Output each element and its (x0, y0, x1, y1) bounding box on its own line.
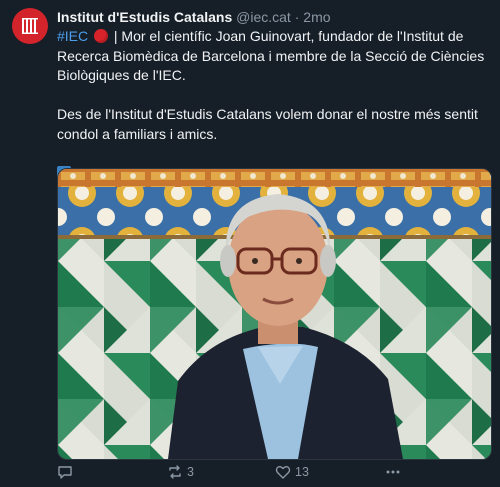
post-time[interactable]: 2mo (303, 9, 330, 25)
like-count: 13 (295, 465, 309, 479)
post-content: Institut d'Estudis Catalans @iec.cat · 2… (57, 8, 485, 183)
post-image[interactable] (57, 168, 492, 460)
more-options-button[interactable] (385, 462, 401, 482)
heart-icon (275, 466, 291, 479)
portrait-photo (58, 169, 491, 459)
repost-button[interactable]: 3 (167, 462, 194, 482)
avatar[interactable] (12, 8, 48, 44)
author-display-name[interactable]: Institut d'Estudis Catalans (57, 9, 232, 25)
post-paragraph-1: #IEC | Mor el científic Joan Guinovart, … (57, 27, 485, 86)
author-handle[interactable]: @iec.cat (236, 9, 291, 25)
post-actions: 3 13 (57, 462, 490, 482)
repost-count: 3 (187, 465, 194, 479)
hashtag-link[interactable]: #IEC (57, 28, 88, 44)
post-paragraph-2: Des de l'Institut d'Estudis Catalans vol… (57, 106, 478, 142)
header-separator: · (294, 9, 300, 25)
post-header: Institut d'Estudis Catalans @iec.cat · 2… (57, 8, 485, 26)
reply-icon (58, 466, 72, 479)
red-circle-icon (94, 29, 109, 43)
post-text: #IEC | Mor el científic Joan Guinovart, … (57, 27, 485, 183)
iec-logo-icon (22, 18, 38, 34)
reply-button[interactable] (57, 462, 77, 482)
like-button[interactable]: 13 (275, 462, 309, 482)
more-horizontal-icon (386, 470, 400, 474)
post: Institut d'Estudis Catalans @iec.cat · 2… (0, 0, 500, 487)
post-paragraph-1-text: | Mor el científic Joan Guinovart, funda… (57, 28, 485, 83)
repost-icon (169, 465, 181, 479)
